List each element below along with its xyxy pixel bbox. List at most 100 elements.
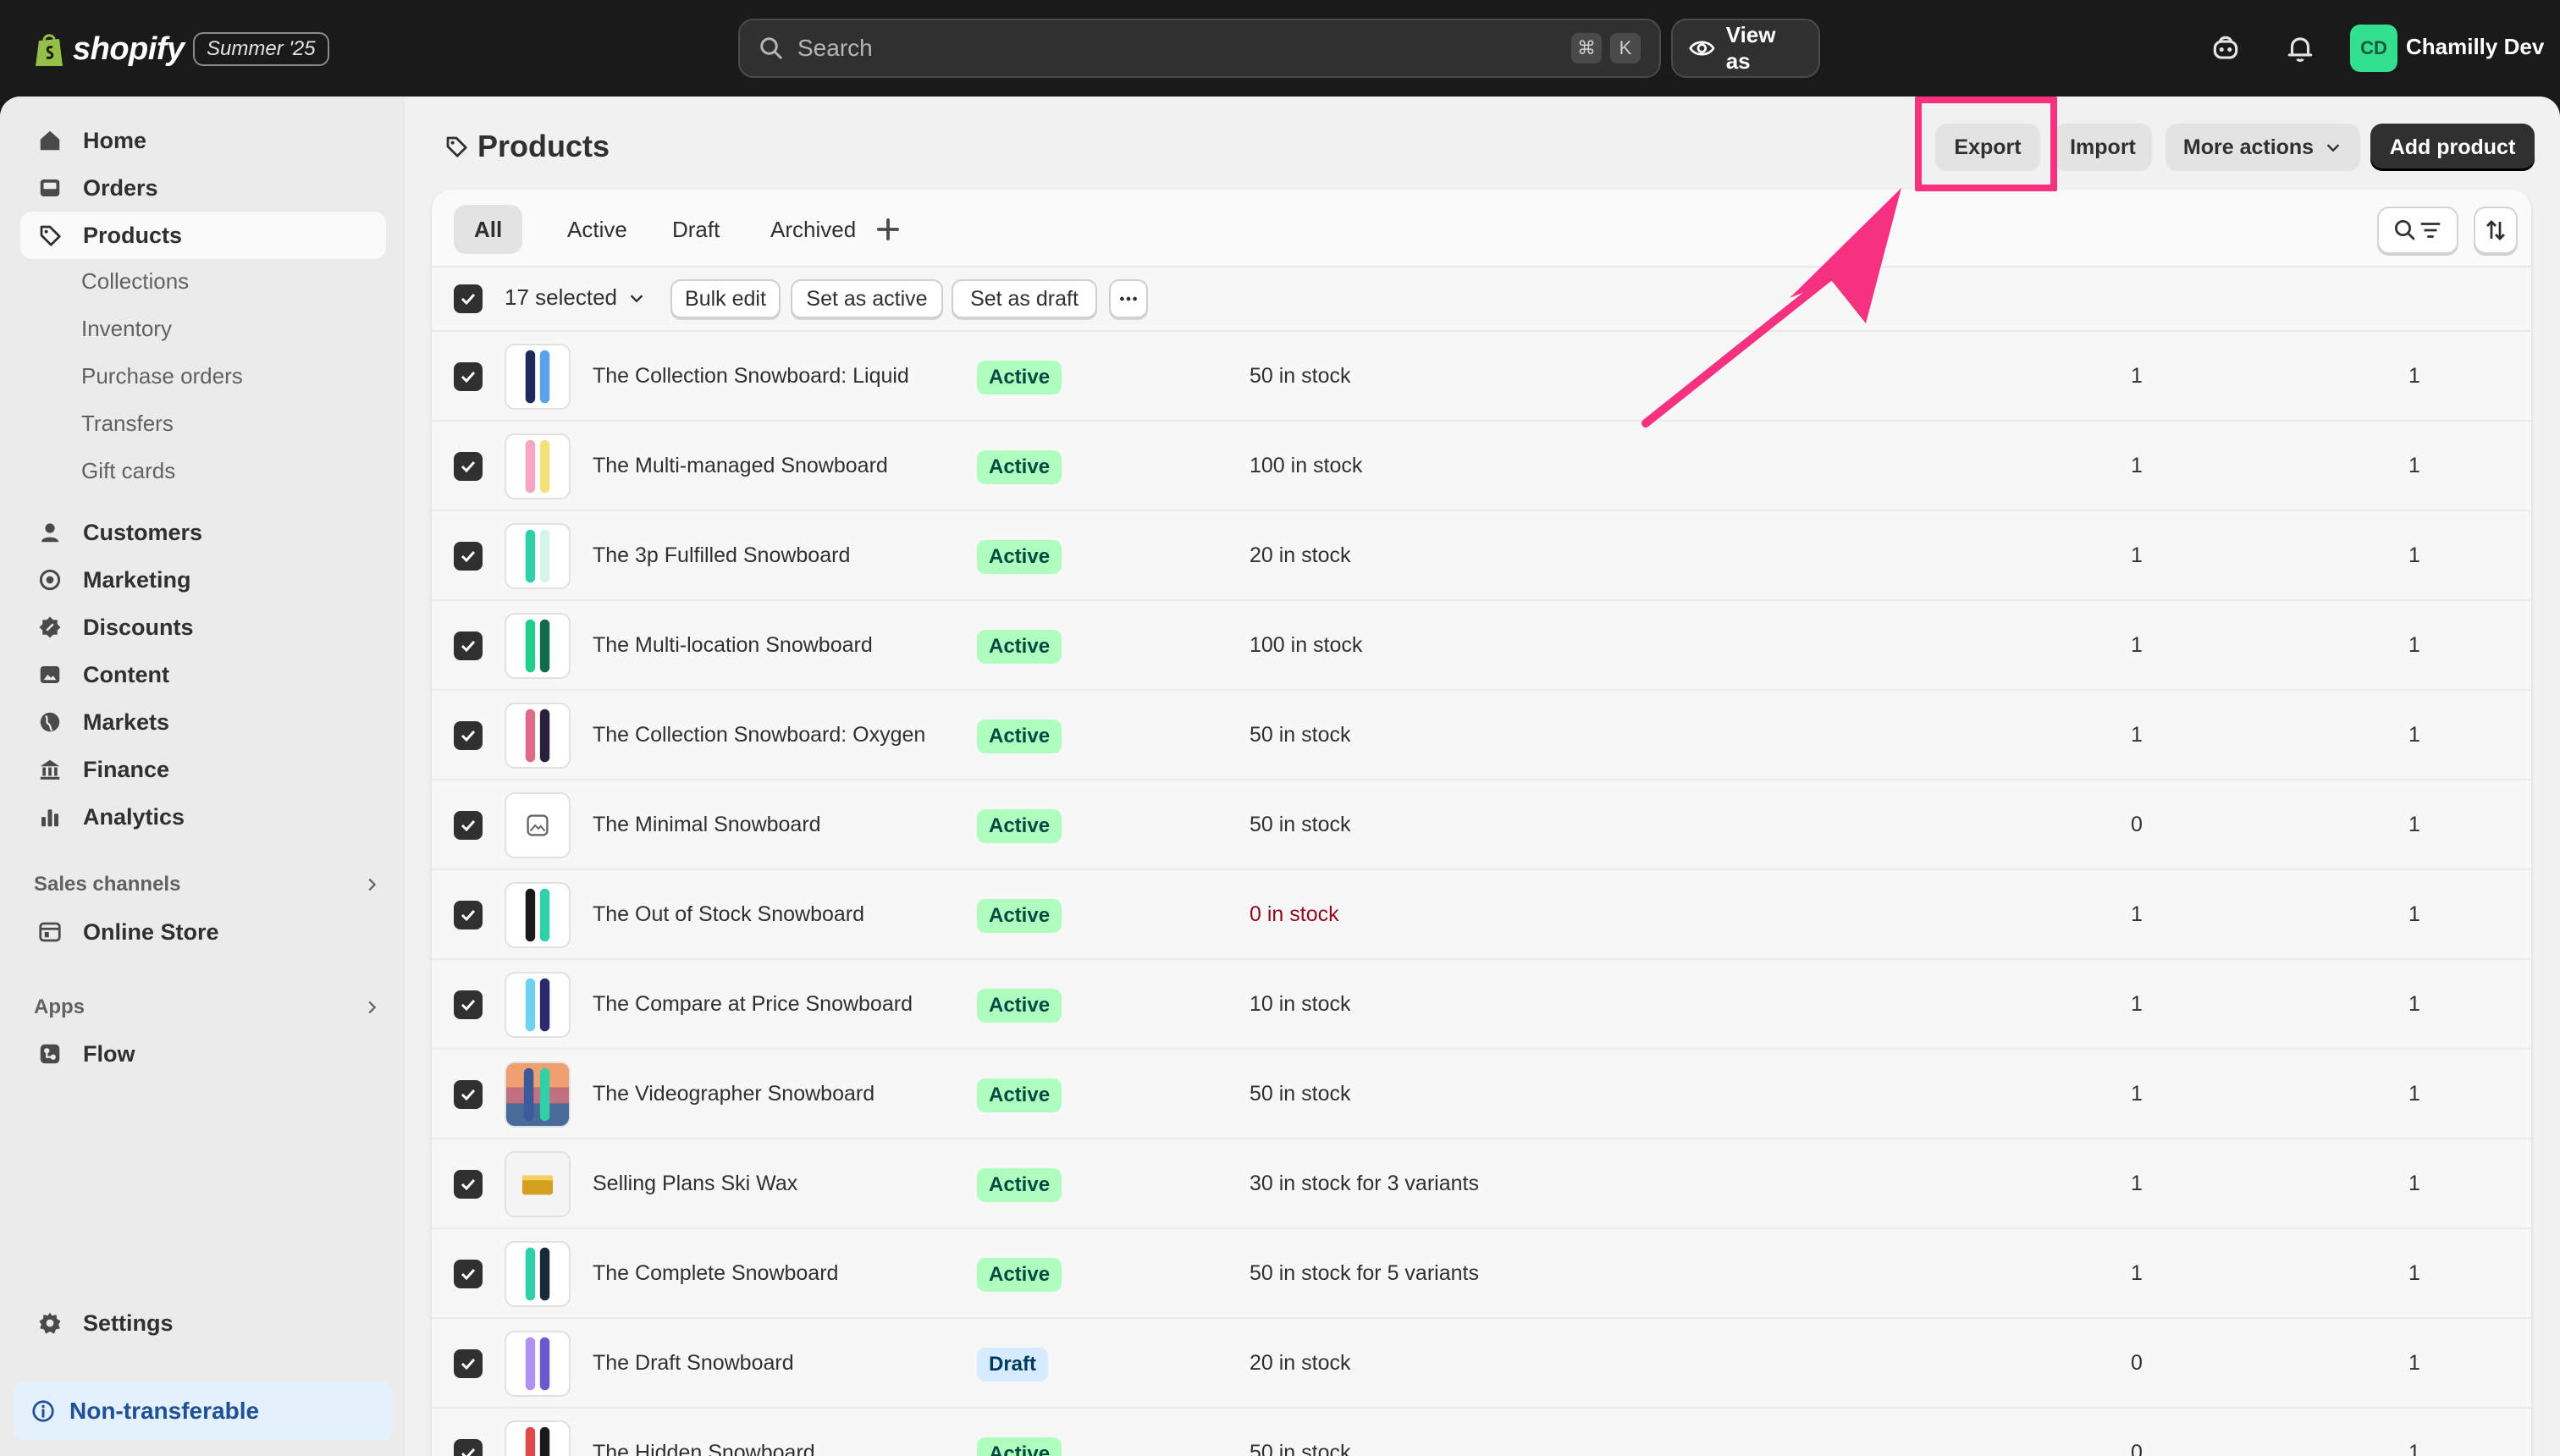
sidebar-item-flow[interactable]: Flow — [20, 1030, 386, 1078]
view-as-button[interactable]: View as — [1671, 19, 1820, 78]
sidebar-item-home[interactable]: Home — [20, 117, 386, 164]
product-name[interactable]: The Videographer Snowboard — [593, 1082, 874, 1106]
table-row[interactable]: The Out of Stock Snowboard Active 0 in s… — [432, 870, 2531, 960]
row-checkbox[interactable] — [454, 542, 483, 571]
bulk-edit-button[interactable]: Bulk edit — [670, 279, 781, 318]
product-name[interactable]: The Hidden Snowboard — [593, 1441, 815, 1456]
row-checkbox[interactable] — [454, 631, 483, 660]
row-checkbox[interactable] — [454, 1439, 483, 1456]
sidebar-item-marketing[interactable]: Marketing — [20, 556, 386, 604]
tab-draft[interactable]: Draft — [652, 205, 740, 254]
table-row[interactable]: The Minimal Snowboard Active 50 in stock… — [432, 780, 2531, 870]
user-name[interactable]: Chamilly Dev — [2406, 34, 2544, 60]
edition-badge[interactable]: Summer '25 — [193, 32, 329, 66]
bell-icon[interactable] — [2284, 32, 2316, 64]
product-thumbnail[interactable] — [505, 1420, 571, 1456]
row-checkbox[interactable] — [454, 1349, 483, 1378]
apps-label: Apps — [34, 995, 85, 1018]
row-checkbox[interactable] — [454, 1080, 483, 1109]
set-draft-button[interactable]: Set as draft — [952, 279, 1097, 318]
table-row[interactable]: The Collection Snowboard: Oxygen Active … — [432, 691, 2531, 780]
table-row[interactable]: The Draft Snowboard Draft 20 in stock 0 … — [432, 1319, 2531, 1409]
product-thumbnail[interactable] — [505, 1062, 571, 1128]
add-view-icon[interactable] — [872, 213, 904, 245]
table-row[interactable]: The 3p Fulfilled Snowboard Active 20 in … — [432, 511, 2531, 601]
table-row[interactable]: The Multi-location Snowboard Active 100 … — [432, 601, 2531, 691]
sidebar-item-markets[interactable]: Markets — [20, 698, 386, 746]
sidebar-subitem-gift-cards[interactable]: Gift cards — [81, 454, 175, 488]
sidebar-item-content[interactable]: Content — [20, 651, 386, 698]
more-actions-button[interactable]: More actions — [2166, 124, 2360, 171]
tab-active[interactable]: Active — [547, 205, 648, 254]
product-name[interactable]: The Multi-managed Snowboard — [593, 454, 888, 478]
product-name[interactable]: The Draft Snowboard — [593, 1351, 794, 1376]
product-thumbnail[interactable] — [505, 703, 571, 769]
product-name[interactable]: The Collection Snowboard: Liquid — [593, 364, 909, 389]
sidebar-item-analytics[interactable]: Analytics — [20, 793, 386, 841]
product-name[interactable]: The Collection Snowboard: Oxygen — [593, 723, 925, 747]
search-filter-button[interactable] — [2377, 207, 2458, 254]
select-all-checkbox[interactable] — [454, 284, 483, 313]
product-name[interactable]: The 3p Fulfilled Snowboard — [593, 543, 850, 568]
table-row[interactable]: Selling Plans Ski Wax Active 30 in stock… — [432, 1139, 2531, 1229]
row-checkbox[interactable] — [454, 990, 483, 1019]
export-button[interactable]: Export — [1935, 124, 2040, 171]
add-product-button[interactable]: Add product — [2370, 124, 2535, 171]
row-checkbox[interactable] — [454, 362, 483, 391]
product-thumbnail[interactable] — [505, 523, 571, 589]
product-thumbnail[interactable] — [505, 1151, 571, 1217]
row-checkbox[interactable] — [454, 452, 483, 481]
row-checkbox[interactable] — [454, 1170, 483, 1199]
product-name[interactable]: Selling Plans Ski Wax — [593, 1172, 797, 1196]
product-thumbnail[interactable] — [505, 1241, 571, 1307]
sidebar-item-discounts[interactable]: Discounts — [20, 604, 386, 651]
table-row[interactable]: The Videographer Snowboard Active 50 in … — [432, 1050, 2531, 1139]
shopify-logo[interactable]: shopify — [34, 25, 185, 73]
row-checkbox[interactable] — [454, 901, 483, 929]
sales-channels-header[interactable]: Sales channels — [34, 868, 381, 902]
table-row[interactable]: The Collection Snowboard: Liquid Active … — [432, 332, 2531, 422]
product-name[interactable]: The Minimal Snowboard — [593, 813, 821, 837]
product-thumbnail[interactable] — [505, 613, 571, 679]
table-row[interactable]: The Hidden Snowboard Active 50 in stock … — [432, 1409, 2531, 1456]
sidebar-subitem-collections[interactable]: Collections — [81, 264, 189, 298]
product-name[interactable]: The Compare at Price Snowboard — [593, 992, 913, 1017]
sidebar-subitem-inventory[interactable]: Inventory — [81, 312, 172, 345]
user-avatar[interactable]: CD — [2350, 25, 2397, 72]
more-bulk-actions-button[interactable] — [1109, 279, 1148, 318]
sidebar-item-customers[interactable]: Customers — [20, 509, 386, 556]
row-checkbox[interactable] — [454, 1260, 483, 1288]
sidebar-subitem-transfers[interactable]: Transfers — [81, 406, 174, 440]
sidebar-item-online-store[interactable]: Online Store — [20, 908, 386, 956]
tab-archived[interactable]: Archived — [750, 205, 876, 254]
table-row[interactable]: The Multi-managed Snowboard Active 100 i… — [432, 422, 2531, 511]
row-checkbox[interactable] — [454, 721, 483, 750]
product-thumbnail[interactable] — [505, 433, 571, 499]
non-transferable-banner[interactable]: Non-transferable — [14, 1382, 393, 1441]
row-checkbox[interactable] — [454, 811, 483, 840]
product-name[interactable]: The Multi-location Snowboard — [593, 633, 873, 658]
set-active-button[interactable]: Set as active — [791, 279, 943, 318]
product-thumbnail[interactable] — [505, 344, 571, 410]
sidebar-item-settings[interactable]: Settings — [20, 1299, 386, 1347]
sidebar-subitem-purchase-orders[interactable]: Purchase orders — [81, 359, 243, 393]
sidebar-item-finance[interactable]: Finance — [20, 746, 386, 793]
table-row[interactable]: The Compare at Price Snowboard Active 10… — [432, 960, 2531, 1050]
product-name[interactable]: The Complete Snowboard — [593, 1261, 838, 1286]
product-name[interactable]: The Out of Stock Snowboard — [593, 902, 864, 927]
tab-all[interactable]: All — [454, 205, 523, 254]
product-thumbnail[interactable] — [505, 1331, 571, 1397]
sidebar-item-products[interactable]: Products — [20, 212, 386, 259]
selected-count-dropdown[interactable]: 17 selected — [505, 284, 646, 311]
product-thumbnail[interactable] — [505, 882, 571, 948]
product-thumbnail[interactable] — [505, 972, 571, 1038]
sort-button[interactable] — [2474, 207, 2518, 254]
search-bar[interactable]: Search ⌘ K — [738, 19, 1661, 78]
sidebar-item-orders[interactable]: Orders — [20, 164, 386, 212]
table-row[interactable]: The Complete Snowboard Active 50 in stoc… — [432, 1229, 2531, 1319]
product-thumbnail[interactable] — [505, 792, 571, 858]
inventory-text: 30 in stock for 3 variants — [1250, 1172, 1479, 1195]
apps-header[interactable]: Apps — [34, 990, 381, 1024]
import-button[interactable]: Import — [2054, 124, 2152, 171]
sidekick-icon[interactable] — [2210, 32, 2242, 64]
